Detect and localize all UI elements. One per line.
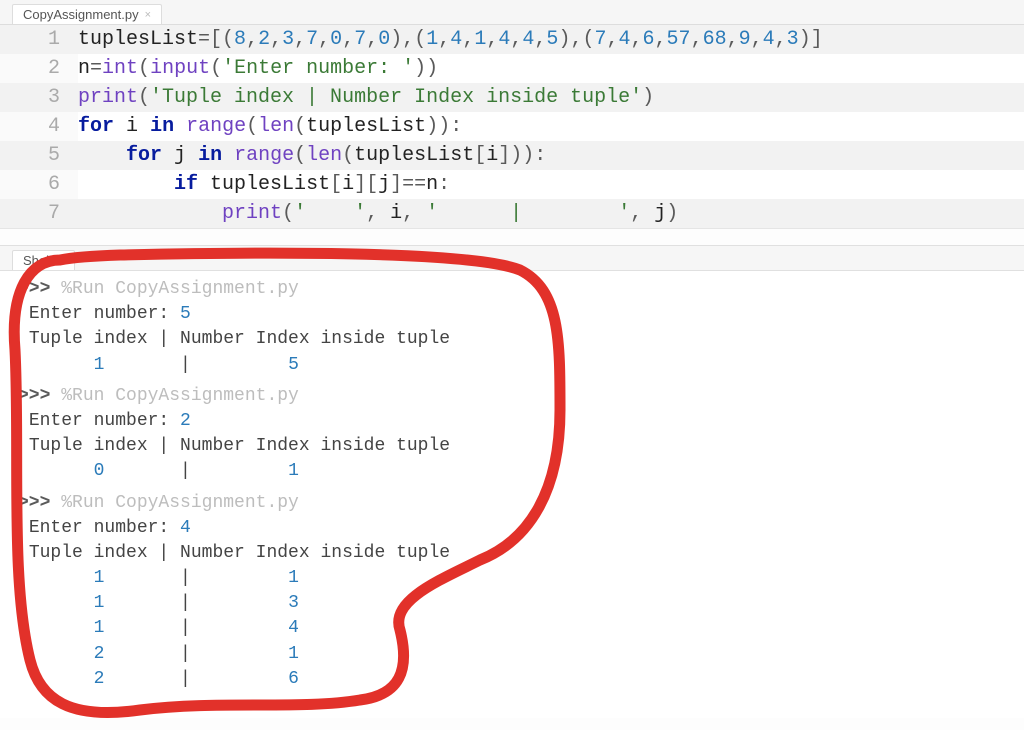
tuple-index: 2 <box>94 644 105 664</box>
prompt-text: >>> <box>18 493 61 513</box>
shell-output-line: 0 | 1 <box>18 459 1006 484</box>
shell-prompt-line: >>> %Run CopyAssignment.py <box>18 277 1006 302</box>
input-value: 5 <box>180 304 191 324</box>
number-index: 1 <box>288 568 299 588</box>
run-command: %Run CopyAssignment.py <box>61 386 299 406</box>
shell-output-line: 2 | 1 <box>18 642 1006 667</box>
line-number: 3 <box>0 83 78 112</box>
output-header: Tuple index | Number Index inside tuple <box>29 329 450 349</box>
editor-tab[interactable]: CopyAssignment.py × <box>12 4 162 24</box>
shell-tab-bar: Shell × <box>0 245 1024 271</box>
code-line: 4 for i in range(len(tuplesList)): <box>0 112 1024 141</box>
shell-output-line: 1 | 1 <box>18 566 1006 591</box>
input-label: Enter number: <box>29 304 180 324</box>
tuple-index: 1 <box>94 568 105 588</box>
tuple-index: 1 <box>94 593 105 613</box>
code-text: print(' ', i, ' | ', j) <box>78 199 688 228</box>
shell-run: >>> %Run CopyAssignment.py Enter number:… <box>18 491 1006 693</box>
number-index: 5 <box>288 355 299 375</box>
shell-tab-label: Shell <box>23 253 52 268</box>
number-index: 1 <box>288 461 299 481</box>
shell-output-line: Enter number: 5 <box>18 302 1006 327</box>
tuple-index: 1 <box>94 618 105 638</box>
code-text: tuplesList=[(8,2,3,7,0,7,0),(1,4,1,4,4,5… <box>78 25 833 54</box>
code-line: 6 if tuplesList[i][j]==n: <box>0 170 1024 199</box>
code-line: 1 tuplesList=[(8,2,3,7,0,7,0),(1,4,1,4,4… <box>0 25 1024 54</box>
number-index: 1 <box>288 644 299 664</box>
code-text: print('Tuple index | Number Index inside… <box>78 83 664 112</box>
shell-run: >>> %Run CopyAssignment.py Enter number:… <box>18 384 1006 485</box>
number-index: 6 <box>288 669 299 689</box>
shell-output-line: Tuple index | Number Index inside tuple <box>18 434 1006 459</box>
code-line: 7 print(' ', i, ' | ', j) <box>0 199 1024 228</box>
code-line: 5 for j in range(len(tuplesList[i])): <box>0 141 1024 170</box>
tuple-index: 0 <box>94 461 105 481</box>
shell-output-line: 1 | 4 <box>18 616 1006 641</box>
shell-panel[interactable]: >>> %Run CopyAssignment.py Enter number:… <box>0 271 1024 718</box>
number-index: 4 <box>288 618 299 638</box>
shell-prompt-line: >>> %Run CopyAssignment.py <box>18 384 1006 409</box>
line-number: 2 <box>0 54 78 83</box>
editor-tab-label: CopyAssignment.py <box>23 7 139 22</box>
line-number: 4 <box>0 112 78 141</box>
editor-tab-bar: CopyAssignment.py × <box>0 0 1024 25</box>
input-label: Enter number: <box>29 518 180 538</box>
shell-output-line: Tuple index | Number Index inside tuple <box>18 541 1006 566</box>
input-value: 4 <box>180 518 191 538</box>
output-header: Tuple index | Number Index inside tuple <box>29 543 450 563</box>
run-command: %Run CopyAssignment.py <box>61 279 299 299</box>
prompt-text: >>> <box>18 386 61 406</box>
code-text: for j in range(len(tuplesList[i])): <box>78 141 556 170</box>
shell-tab[interactable]: Shell × <box>12 250 75 270</box>
code-editor[interactable]: 1 tuplesList=[(8,2,3,7,0,7,0),(1,4,1,4,4… <box>0 25 1024 229</box>
shell-output-line: 2 | 6 <box>18 667 1006 692</box>
tuple-index: 2 <box>94 669 105 689</box>
input-label: Enter number: <box>29 411 180 431</box>
line-number: 5 <box>0 141 78 170</box>
code-text: n=int(input('Enter number: ')) <box>78 54 448 83</box>
shell-output-line: 1 | 3 <box>18 591 1006 616</box>
line-number: 7 <box>0 199 78 228</box>
line-number: 1 <box>0 25 78 54</box>
shell-output-line: Enter number: 2 <box>18 409 1006 434</box>
number-index: 3 <box>288 593 299 613</box>
close-icon[interactable]: × <box>58 255 64 267</box>
shell-run: >>> %Run CopyAssignment.py Enter number:… <box>18 277 1006 378</box>
shell-output-line: 1 | 5 <box>18 353 1006 378</box>
code-text: if tuplesList[i][j]==n: <box>78 170 460 199</box>
shell-prompt-line: >>> %Run CopyAssignment.py <box>18 491 1006 516</box>
shell-output-line: Enter number: 4 <box>18 516 1006 541</box>
line-number: 6 <box>0 170 78 199</box>
code-line: 2 n=int(input('Enter number: ')) <box>0 54 1024 83</box>
output-header: Tuple index | Number Index inside tuple <box>29 436 450 456</box>
run-command: %Run CopyAssignment.py <box>61 493 299 513</box>
shell-output-line: Tuple index | Number Index inside tuple <box>18 327 1006 352</box>
close-icon[interactable]: × <box>145 9 151 21</box>
code-text: for i in range(len(tuplesList)): <box>78 112 472 141</box>
input-value: 2 <box>180 411 191 431</box>
tuple-index: 1 <box>94 355 105 375</box>
prompt-text: >>> <box>18 279 61 299</box>
code-line: 3 print('Tuple index | Number Index insi… <box>0 83 1024 112</box>
